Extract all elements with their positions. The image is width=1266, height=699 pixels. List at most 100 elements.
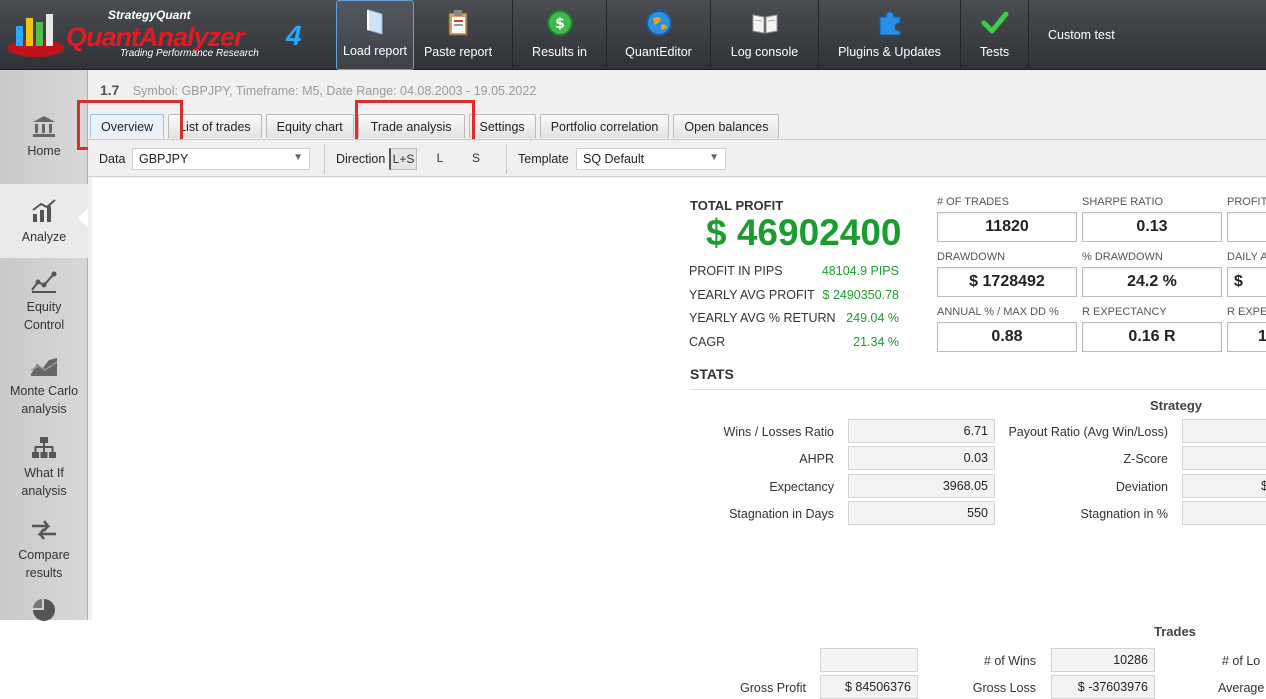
tab-open-balances[interactable]: Open balances bbox=[673, 114, 780, 138]
metric-annual-maxdd: ANNUAL % / MAX DD % 0.88 bbox=[937, 306, 1077, 352]
trend-chart-icon bbox=[0, 198, 88, 224]
tab-settings[interactable]: Settings bbox=[468, 114, 536, 138]
main-panel: 1.7 Symbol: GBPJPY, Timeframe: M5, Date … bbox=[77, 70, 1266, 699]
sidebar-item-compare[interactable]: Compare results bbox=[0, 518, 88, 582]
folder-icon bbox=[361, 8, 389, 36]
stat-value: 6.71 bbox=[848, 419, 995, 443]
tab-portfolio-correlation[interactable]: Portfolio correlation bbox=[539, 114, 670, 138]
stat-label: Stagnation in Days bbox=[729, 507, 834, 521]
sidebar-item-equity-control[interactable]: Equity Control bbox=[0, 270, 88, 334]
metric-daily: DAILY A $ bbox=[1227, 251, 1266, 297]
stat-label: # of Wins bbox=[983, 654, 1036, 668]
stat-value bbox=[1182, 501, 1266, 525]
stat-label: Z-Score bbox=[1123, 452, 1168, 466]
stat-value bbox=[820, 648, 918, 672]
filter-divider bbox=[324, 144, 325, 174]
template-label: Template bbox=[518, 152, 569, 166]
plugins-updates-button[interactable]: Plugins & Updates bbox=[818, 0, 960, 70]
tests-button[interactable]: Tests bbox=[960, 0, 1028, 70]
sidebar-item-monte-carlo[interactable]: Monte Carlo analysis bbox=[0, 354, 88, 418]
metric-profit: PROFIT bbox=[1227, 196, 1266, 242]
stat-label: Stagnation in % bbox=[1080, 507, 1168, 521]
metric-trades: # OF TRADES 11820 bbox=[937, 196, 1077, 242]
stat-value: $ -37603976 bbox=[1051, 675, 1155, 699]
direction-l-option[interactable]: L bbox=[426, 148, 454, 170]
metric-r-expe: R EXPE 1 bbox=[1227, 306, 1266, 352]
direction-label: Direction bbox=[336, 152, 386, 166]
kv-row: PROFIT IN PIPS 48104.9 PIPS bbox=[689, 264, 899, 278]
toolbar-divider bbox=[1028, 0, 1029, 70]
results-in-button[interactable]: $ Results in bbox=[512, 0, 606, 70]
bank-icon bbox=[0, 114, 88, 138]
data-label: Data bbox=[99, 152, 126, 166]
stat-value: $ bbox=[1182, 474, 1266, 498]
chevron-down-icon: ▼ bbox=[293, 152, 303, 163]
logo-tagline: Trading Performance Research bbox=[120, 48, 259, 59]
sidebar-item-analyze[interactable]: Analyze bbox=[0, 184, 88, 258]
total-profit-value: $ 46902400 bbox=[706, 212, 902, 253]
stat-value bbox=[1182, 446, 1266, 470]
overview-content: TOTAL PROFIT $ 46902400 PROFIT IN PIPS 4… bbox=[92, 178, 1266, 699]
stats-title: STATS bbox=[690, 366, 734, 382]
top-toolbar: StrategyQuant QuantAnalyzer 4 Trading Pe… bbox=[0, 0, 1266, 70]
report-version: 1.7 bbox=[100, 82, 120, 98]
stat-label: Gross Loss bbox=[972, 681, 1036, 695]
stat-value: 550 bbox=[848, 501, 995, 525]
dollar-coin-icon: $ bbox=[546, 9, 574, 37]
filter-bar: Data GBPJPY ▼ Direction L+S L S Template… bbox=[88, 139, 1266, 177]
stat-value: 3968.05 bbox=[848, 474, 995, 498]
sidebar-item-portfolio[interactable] bbox=[0, 598, 88, 626]
trades-section-title: Trades bbox=[1154, 624, 1196, 639]
stat-label: Gross Profit bbox=[740, 681, 806, 695]
strategy-section-title: Strategy bbox=[1150, 398, 1203, 413]
data-select[interactable]: GBPJPY ▼ bbox=[132, 148, 310, 170]
load-report-button[interactable]: Load report bbox=[336, 0, 414, 70]
metric-drawdown: DRAWDOWN $ 1728492 bbox=[937, 251, 1077, 297]
monte-carlo-icon bbox=[0, 354, 88, 378]
metric-r-expectancy: R EXPECTANCY 0.16 R bbox=[1082, 306, 1222, 352]
stat-value: 0.03 bbox=[848, 446, 995, 470]
tab-equity-chart[interactable]: Equity chart bbox=[265, 114, 354, 138]
compare-arrows-icon bbox=[0, 518, 88, 542]
kv-row: YEARLY AVG % RETURN 249.04 % bbox=[689, 311, 899, 325]
sidebar-item-home[interactable]: Home bbox=[0, 114, 88, 160]
puzzle-icon bbox=[876, 9, 904, 37]
stat-value: $ 84506376 bbox=[820, 675, 918, 699]
metric-sharpe: SHARPE RATIO 0.13 bbox=[1082, 196, 1222, 242]
total-profit-label: TOTAL PROFIT bbox=[690, 198, 784, 213]
custom-test-label[interactable]: Custom test bbox=[1048, 28, 1115, 42]
stat-label: AHPR bbox=[799, 452, 834, 466]
stat-label: Payout Ratio (Avg Win/Loss) bbox=[1008, 425, 1168, 439]
stat-label: Deviation bbox=[1115, 480, 1168, 494]
stat-label: # of Lo bbox=[1222, 654, 1261, 668]
globe-icon bbox=[645, 9, 673, 37]
logo-version: 4 bbox=[286, 20, 302, 51]
direction-ls-option[interactable]: L+S bbox=[389, 148, 417, 170]
sidebar-item-what-if[interactable]: What If analysis bbox=[0, 436, 88, 500]
hierarchy-icon bbox=[0, 436, 88, 460]
pie-chart-icon bbox=[0, 598, 88, 622]
stats-divider bbox=[690, 389, 1266, 390]
clipboard-icon bbox=[444, 9, 472, 37]
stat-label: Expectancy bbox=[769, 480, 834, 494]
stat-value bbox=[1182, 419, 1266, 443]
app-logo: StrategyQuant QuantAnalyzer 4 Trading Pe… bbox=[0, 0, 320, 70]
report-header: 1.7 Symbol: GBPJPY, Timeframe: M5, Date … bbox=[100, 82, 536, 98]
stat-value: 10286 bbox=[1051, 648, 1155, 672]
svg-text:$: $ bbox=[555, 16, 565, 32]
log-console-button[interactable]: Log console bbox=[710, 0, 818, 70]
active-indicator bbox=[78, 208, 88, 228]
quanteditor-button[interactable]: QuantEditor bbox=[606, 0, 710, 70]
paste-report-button[interactable]: Paste report bbox=[414, 0, 502, 70]
template-select[interactable]: SQ Default ▼ bbox=[576, 148, 726, 170]
equity-curve-icon bbox=[0, 270, 88, 294]
direction-s-option[interactable]: S bbox=[462, 148, 490, 170]
kv-row: CAGR 21.34 % bbox=[689, 335, 899, 349]
report-info: Symbol: GBPJPY, Timeframe: M5, Date Rang… bbox=[132, 84, 537, 98]
book-icon bbox=[751, 9, 779, 37]
stat-label: Wins / Losses Ratio bbox=[723, 425, 834, 439]
filter-divider bbox=[506, 144, 507, 174]
logo-brand: StrategyQuant bbox=[108, 8, 191, 22]
left-sidebar: Home Analyze Equity Control Monte Carlo … bbox=[0, 70, 88, 621]
stat-label: Average bbox=[1218, 681, 1265, 695]
